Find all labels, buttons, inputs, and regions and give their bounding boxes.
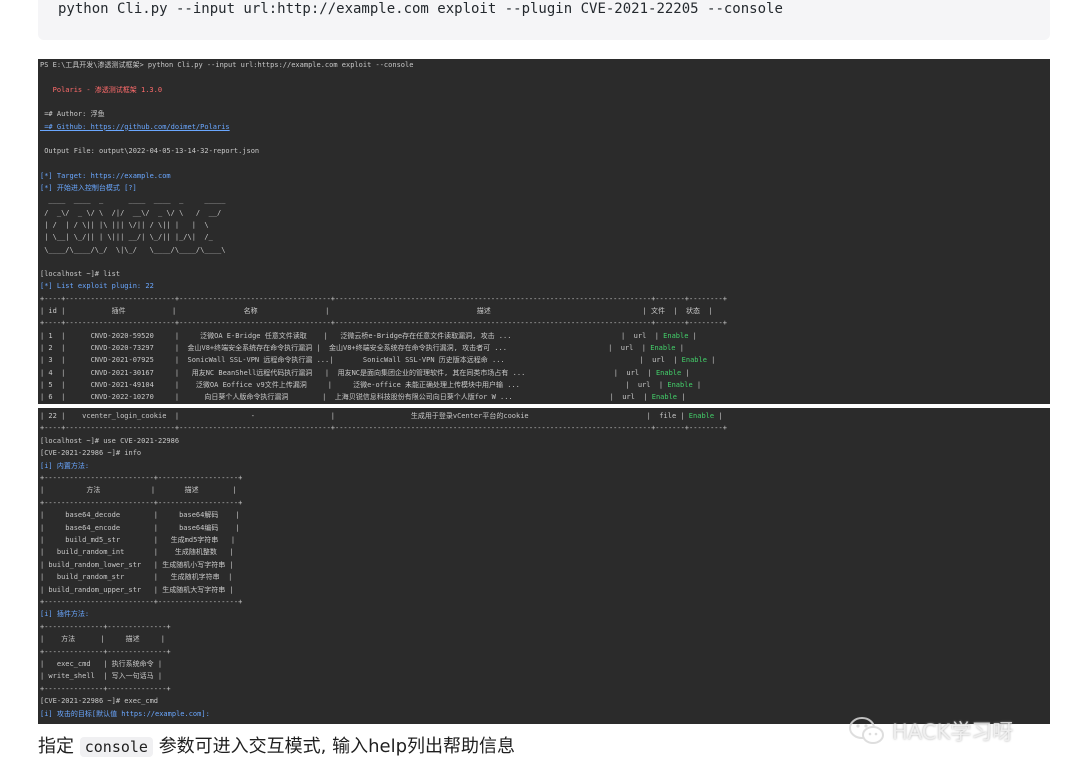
terminal-line: [*] Target: https://example.com (40, 171, 171, 180)
terminal-line: | \__| \_/|| | \||| __/| \_/|| |_/\| /_ (40, 233, 213, 242)
terminal-line: Polaris - 渗透测试框架 1.3.0 (40, 85, 163, 94)
terminal-line: | build_random_int | 生成随机整数 | (40, 548, 234, 557)
terminal-line: | write_shell | 写入一句话马 | (40, 672, 163, 681)
terminal-line: ____ ____ _ ____ ____ _ _____ (40, 196, 226, 205)
terminal-screenshot-2: | 22 | vcenter_login_cookie | - | 生成用于登录… (38, 408, 1050, 724)
terminal-line: | / | / \|| |\ ||| \/|| / \|| | | \ (40, 220, 209, 229)
code-block: python Cli.py --input url:http://example… (38, 0, 1050, 40)
terminal-line: | 方法 | 描述 | (40, 635, 165, 644)
terminal-line: | build_md5_str | 生成md5字符串 | (40, 536, 236, 544)
terminal-line: [*] List exploit plugin: 22 (40, 282, 154, 291)
terminal-line: +--------------+--------------+ (40, 647, 171, 656)
terminal-line: | build_random_str | 生成随机字符串 | (40, 573, 233, 582)
terminal-line: +--------------------------+------------… (40, 474, 243, 482)
watermark-text: HACK学习呀 (892, 720, 1014, 744)
terminal-line: [CVE-2021-22986 ~]# exec_cmd (40, 697, 159, 706)
terminal-line: | 5 | CNVD-2021-49104 | 泛微OA Eoffice v9文… (40, 380, 702, 389)
watermark: HACK学习呀 (848, 713, 1013, 749)
terminal-line: +----+--------------------------+-------… (40, 294, 727, 303)
terminal-line: [*] 开始进入控制台模式 [?] (40, 184, 137, 192)
caption-after: 参数可进入交互模式, 输入help列出帮助信息 (158, 736, 516, 757)
terminal-line: \____/\____/\_/ \|\_/ \____/\____/\____\ (40, 245, 226, 254)
terminal-line: | 4 | CNVD-2021-30167 | 用友NC BeanShell远程… (40, 368, 690, 377)
caption-before: 指定 (38, 736, 74, 757)
terminal-line: | base64_decode | base64解码 | (40, 511, 240, 520)
code-command: python Cli.py --input url:http://example… (58, 1, 783, 17)
terminal-line: | id | 插件 | 名称 | 描述 | 文件 | 状态 | (40, 307, 713, 315)
terminal-line: +--------------+--------------+ (40, 622, 171, 631)
terminal-line: | 2 | CNVD-2020-73297 | 金山V8+终端安全系统存在命令执… (40, 343, 684, 352)
terminal-line: +--------------------------+------------… (40, 598, 243, 606)
wechat-icon (848, 716, 886, 746)
terminal-line: | build_random_lower_str | 生成随机小写字符串 | (40, 560, 234, 569)
terminal-line: | exec_cmd | 执行系统命令 | (40, 660, 163, 668)
terminal-line: | 方法 | 描述 | (40, 486, 237, 495)
terminal-line: | 1 | CNVD-2020-59520 | 泛微OA E-Bridge 任意… (40, 331, 697, 340)
terminal-line: | build_random_upper_str | 生成随机大写字符串 | (40, 585, 234, 594)
caption-code: console (79, 737, 153, 757)
terminal-line: / _\/ _ \/ \ /|/ __\/ _ \/ \ / __/ (40, 208, 222, 217)
terminal-line: [i] 插件方法: (40, 610, 90, 619)
terminal-line: | 22 | vcenter_login_cookie | - | 生成用于登录… (40, 412, 723, 420)
terminal-line: | 3 | CNVD-2021-07925 | SonicWall SSL-VP… (40, 356, 716, 365)
terminal-line: +----+--------------------------+-------… (40, 424, 727, 433)
terminal-line: [i] 攻击的目标[默认值 https://example.com]: (40, 709, 210, 718)
terminal-line: [i] 内置方法: (40, 461, 90, 470)
terminal-line: [localhost ~]# use CVE-2021-22986 (40, 436, 180, 445)
terminal-line: Output File: output\2022-04-05-13-14-32-… (40, 147, 260, 156)
terminal-line: [CVE-2021-22986 ~]# info (40, 449, 142, 458)
terminal-line: =# Author: 浮鱼 (40, 110, 105, 119)
terminal-line: | base64_encode | base64编码 | (40, 523, 240, 532)
caption: 指定 console 参数可进入交互模式, 输入help列出帮助信息 (38, 734, 515, 760)
terminal-line: +----+--------------------------+-------… (40, 319, 727, 328)
terminal-screenshot-1: PS E:\工具开发\渗透测试框架> python Cli.py --input… (38, 59, 1050, 404)
terminal-line: | 6 | CNVD-2022-10270 | 向日葵个人版命令执行漏洞 | 上… (40, 393, 686, 402)
terminal-line: =# Github: https://github.com/doimet/Pol… (40, 122, 230, 131)
terminal-line: +--------------+--------------+ (40, 684, 171, 693)
terminal-line: [localhost ~]# list (40, 270, 121, 279)
terminal-line: +--------------------------+------------… (40, 498, 243, 507)
terminal-line: PS E:\工具开发\渗透测试框架> python Cli.py --input… (40, 61, 414, 69)
